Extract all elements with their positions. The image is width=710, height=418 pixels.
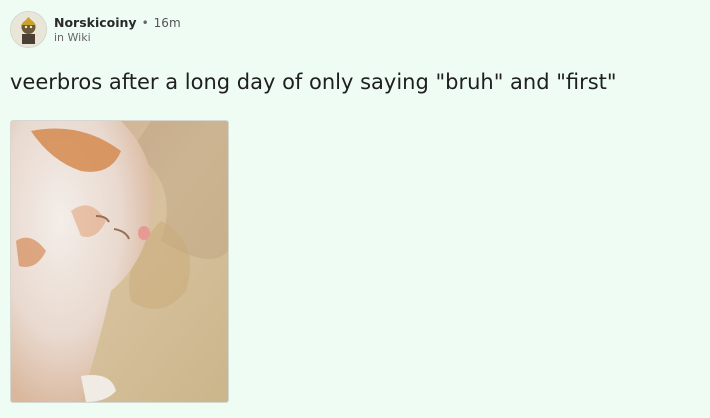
author-name[interactable]: Norskicoiny: [54, 15, 137, 31]
post-header: Norskicoiny • 16m in Wiki: [10, 11, 181, 48]
meta-separator: •: [141, 15, 149, 30]
kitten-image: [11, 121, 228, 402]
post-time: 16m: [153, 15, 181, 30]
post-meta: Norskicoiny • 16m in Wiki: [54, 15, 181, 45]
post-title: veerbros after a long day of only saying…: [10, 70, 617, 94]
post-image[interactable]: [10, 120, 229, 403]
community-label[interactable]: in Wiki: [54, 31, 181, 45]
user-avatar-icon[interactable]: [10, 11, 47, 48]
